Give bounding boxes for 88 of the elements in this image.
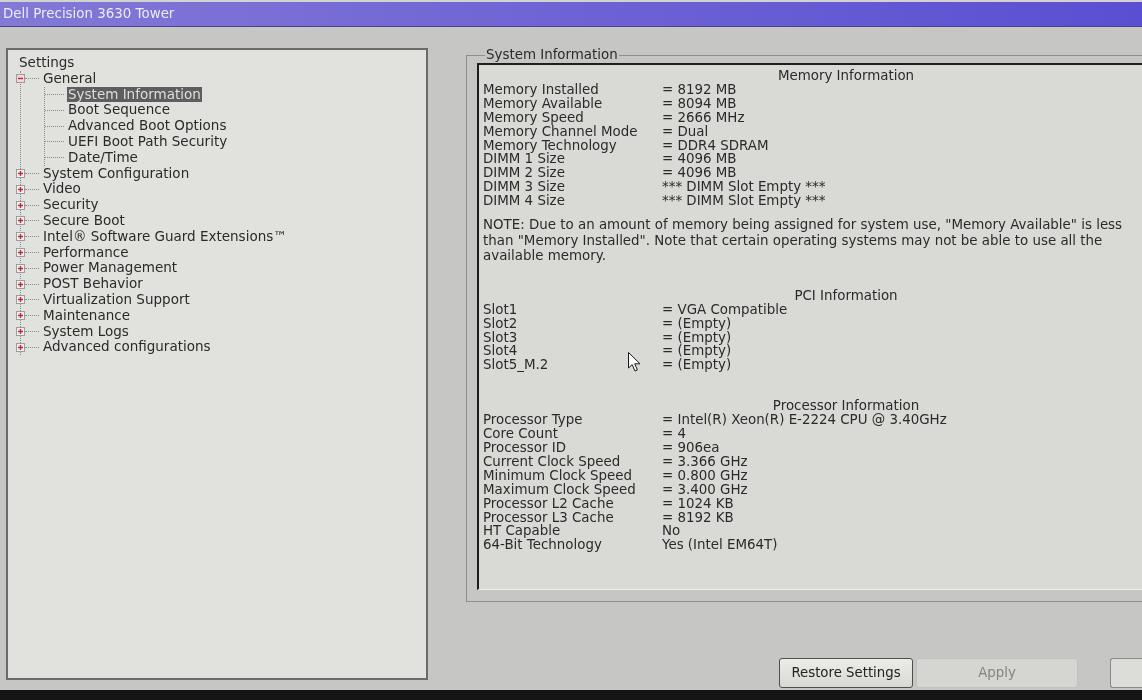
tree-item[interactable]: Secure Boot: [42, 212, 126, 229]
expand-icon[interactable]: [16, 200, 25, 210]
info-value: *** DIMM Slot Empty ***: [662, 180, 826, 195]
expand-icon[interactable]: [16, 279, 25, 289]
info-label: Core Count: [483, 426, 558, 442]
tree-item[interactable]: Boot Sequence: [67, 102, 171, 119]
info-label: Memory Installed: [483, 81, 599, 97]
info-label: HT Capable: [483, 523, 561, 539]
tree-item[interactable]: UEFI Boot Path Security: [67, 134, 229, 150]
info-value: = VGA Compatible: [662, 302, 788, 317]
info-label: Processor L2 Cache: [483, 495, 614, 511]
info-label: DIMM 3 Size: [483, 179, 565, 195]
expand-icon[interactable]: [16, 342, 25, 352]
info-value: = (Empty): [662, 344, 732, 359]
tree-item[interactable]: Video: [42, 181, 82, 198]
tree-item[interactable]: System Configuration: [42, 165, 191, 182]
group-title: System Information: [485, 48, 619, 62]
info-value: = Dual: [662, 124, 709, 139]
info-label: DIMM 2 Size: [483, 165, 565, 181]
tree-item[interactable]: System Logs: [42, 323, 130, 340]
tree-item[interactable]: Advanced configurations: [42, 339, 212, 356]
expand-icon[interactable]: [16, 326, 25, 336]
collapse-icon[interactable]: [16, 74, 25, 84]
info-value: = 906ea: [662, 441, 720, 455]
info-value: = (Empty): [662, 358, 732, 373]
tree-item[interactable]: Advanced Boot Options: [67, 118, 228, 134]
info-value: *** DIMM Slot Empty ***: [662, 194, 826, 209]
info-value: = 2666 MHz: [662, 110, 745, 125]
info-value: = 0.800 GHz: [662, 468, 748, 483]
expand-icon[interactable]: [16, 232, 25, 242]
info-label: Slot5_M.2: [483, 357, 549, 373]
expand-icon[interactable]: [16, 311, 25, 321]
tree-item[interactable]: Power Management: [42, 260, 179, 277]
info-label: Memory Channel Mode: [483, 123, 638, 139]
info-value: = DDR4 SDRAM: [662, 138, 769, 153]
info-value: = 3.366 GHz: [662, 454, 748, 469]
info-label: Maximum Clock Speed: [483, 481, 636, 497]
expand-icon[interactable]: [16, 263, 25, 273]
info-value: Yes (Intel EM64T): [662, 538, 778, 553]
info-label: Slot1: [483, 301, 518, 317]
info-value: = 4096 MB: [662, 166, 737, 181]
info-value: = (Empty): [662, 316, 732, 331]
info-label: Slot4: [483, 343, 518, 359]
info-value: = 8192 KB: [662, 510, 734, 525]
toolbar-button[interactable]: Restore Settings: [779, 658, 913, 688]
info-label: DIMM 1 Size: [483, 151, 565, 167]
info-value: = 8192 MB: [662, 82, 737, 97]
tree-item[interactable]: Date/Time: [67, 149, 139, 166]
info-label: DIMM 4 Size: [483, 193, 565, 209]
expand-icon[interactable]: [16, 216, 25, 226]
info-label: 64-Bit Technology: [483, 537, 602, 553]
tree-root-label: Settings: [19, 55, 75, 71]
expand-icon[interactable]: [16, 295, 25, 305]
window-title: Dell Precision 3630 Tower: [3, 6, 175, 22]
info-label: Minimum Clock Speed: [483, 467, 632, 483]
note-text: NOTE: Due to an amount of memory being assigned for system use, "Memory Available" is less than "Memory Installed". Note that certain operating systems may not be able to use all the available memory.: [483, 217, 1124, 264]
tree-item[interactable]: Security: [42, 197, 100, 213]
tree-item[interactable]: POST Behavior: [42, 276, 144, 292]
expand-icon[interactable]: [16, 168, 25, 178]
tree-item[interactable]: General: [42, 70, 98, 87]
info-value: = (Empty): [662, 330, 732, 345]
info-value: No: [662, 524, 681, 539]
info-label: Processor ID: [483, 440, 566, 455]
info-label: Slot2: [483, 315, 518, 331]
info-label: Processor Type: [483, 412, 583, 428]
expand-icon[interactable]: [16, 247, 25, 257]
cursor-icon: [628, 352, 641, 372]
section-heading: Processor Information: [772, 399, 920, 414]
info-value: = Intel(R) Xeon(R) E-2224 CPU @ 3.40GHz: [662, 413, 947, 428]
info-label: Memory Speed: [483, 109, 584, 125]
tree-item[interactable]: Virtualization Support: [42, 291, 191, 308]
info-value: = 8094 MB: [662, 96, 737, 111]
info-value: = 1024 KB: [662, 496, 734, 511]
info-label: Memory Available: [483, 95, 603, 111]
section-heading: PCI Information: [794, 288, 898, 303]
info-value: = 4: [662, 427, 686, 441]
tree-item[interactable]: Performance: [42, 244, 130, 261]
section-heading: Memory Information: [777, 69, 915, 83]
tree-item[interactable]: System Information: [67, 86, 202, 103]
info-label: Slot3: [483, 329, 518, 345]
expand-icon[interactable]: [16, 184, 25, 194]
info-value: = 3.400 GHz: [662, 482, 748, 497]
info-label: Current Clock Speed: [483, 453, 621, 469]
info-label: Processor L3 Cache: [483, 509, 614, 525]
tree-item[interactable]: Maintenance: [42, 307, 131, 324]
tree-item[interactable]: Intel® Software Guard Extensions™: [42, 228, 288, 245]
info-value: = 4096 MB: [662, 152, 737, 167]
info-label: Memory Technology: [483, 137, 617, 153]
